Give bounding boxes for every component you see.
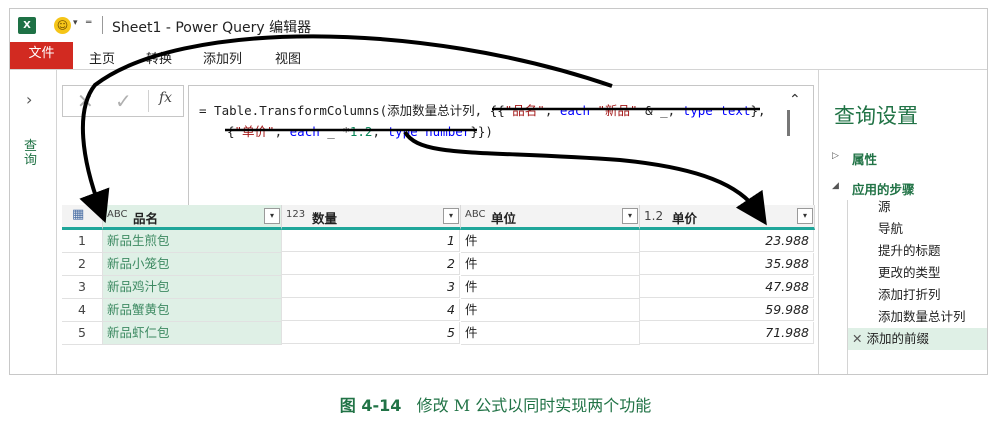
collapse-steps-icon[interactable]: ◢ bbox=[832, 181, 839, 191]
cell-price[interactable]: 23.988 bbox=[640, 230, 814, 252]
column-filter-dropdown-icon[interactable]: ▾ bbox=[797, 208, 813, 224]
applied-step-label: 添加数量总计列 bbox=[878, 309, 966, 324]
cell-unit[interactable]: 件 bbox=[461, 253, 640, 276]
ribbon-tabs: 文件 主页 转换 添加列 视图 bbox=[10, 42, 987, 70]
column-header-qty[interactable]: 123 数量 ▾ bbox=[282, 205, 461, 230]
delete-step-icon[interactable]: ✕ bbox=[852, 331, 866, 346]
applied-step-item[interactable]: 添加数量总计列 bbox=[848, 306, 987, 328]
applied-step-item[interactable]: 添加打折列 bbox=[848, 284, 987, 306]
cell-name[interactable]: 新品蟹黄包 bbox=[103, 299, 282, 322]
formula-controls-separator bbox=[148, 90, 149, 112]
applied-step-label: 添加打折列 bbox=[878, 287, 941, 302]
table-row: 3 新品鸡汁包 3 件 47.988 bbox=[62, 276, 814, 299]
column-header-unit[interactable]: ABC 单位 ▾ bbox=[461, 205, 640, 230]
query-settings-pane: 查询设置 ▷ 属性 ◢ 应用的步骤 源导航 提升的标题 更改的类型 添加打折列 添加数量… bbox=[818, 70, 987, 374]
type-integer-icon[interactable]: 123 bbox=[286, 209, 305, 220]
title-separator bbox=[102, 16, 103, 34]
cell-unit[interactable]: 件 bbox=[461, 276, 640, 299]
cell-qty[interactable]: 2 bbox=[282, 253, 460, 275]
applied-step-item[interactable]: 源 bbox=[848, 196, 987, 218]
applied-step-label: 源 bbox=[878, 199, 891, 214]
figure-number: 图 4-14 bbox=[339, 396, 402, 415]
title-bar: X ☺ ▾ ═ Sheet1 - Power Query 编辑器 bbox=[10, 9, 987, 41]
column-header-name[interactable]: ABC 品名 ▾ bbox=[103, 205, 282, 230]
column-filter-dropdown-icon[interactable]: ▾ bbox=[443, 208, 459, 224]
applied-step-label: 更改的类型 bbox=[878, 265, 941, 280]
tab-file[interactable]: 文件 bbox=[10, 42, 73, 69]
applied-step-label: 添加的前缀 bbox=[866, 331, 929, 346]
formula-line-2: {"单价", each _ *1.2, type number}}) bbox=[227, 124, 493, 139]
tab-add-column[interactable]: 添加列 bbox=[203, 48, 242, 67]
cell-unit[interactable]: 件 bbox=[461, 299, 640, 322]
applied-step-item[interactable]: 更改的类型 bbox=[848, 262, 987, 284]
applied-steps-list: 源导航提升的标题更改的类型添加打折列添加数量总计列 ✕ 添加的前缀 bbox=[847, 199, 987, 374]
formula-line-1: = Table.TransformColumns(添加数量总计列, {{"品名"… bbox=[199, 103, 766, 118]
feedback-dropdown-icon[interactable]: ▾ bbox=[73, 18, 78, 28]
figure-caption: 图 4-14 修改 M 公式以同时实现两个功能 bbox=[0, 392, 991, 416]
expand-properties-icon[interactable]: ▷ bbox=[832, 151, 839, 161]
cell-name[interactable]: 新品生煎包 bbox=[103, 230, 282, 253]
cell-price[interactable]: 35.988 bbox=[640, 253, 814, 275]
column-filter-dropdown-icon[interactable]: ▾ bbox=[264, 208, 280, 224]
data-grid: ▦ ABC 品名 ▾ 123 数量 ▾ ABC 单位 ▾ 1.2 单价 ▾ 1新… bbox=[62, 205, 815, 351]
cell-unit[interactable]: 件 bbox=[461, 322, 640, 345]
properties-section-label[interactable]: 属性 bbox=[852, 149, 877, 168]
type-decimal-icon[interactable]: 1.2 bbox=[644, 209, 663, 223]
cell-price[interactable]: 59.988 bbox=[640, 299, 814, 321]
formula-scrollbar[interactable] bbox=[787, 110, 790, 136]
cell-qty[interactable]: 3 bbox=[282, 276, 460, 298]
smiley-feedback-icon[interactable]: ☺ bbox=[54, 17, 71, 34]
applied-step-item[interactable]: 导航 bbox=[848, 218, 987, 240]
type-text-icon[interactable]: ABC bbox=[107, 209, 128, 220]
cell-name[interactable]: 新品小笼包 bbox=[103, 253, 282, 276]
query-settings-title: 查询设置 bbox=[834, 104, 918, 128]
applied-step-label: 导航 bbox=[878, 221, 904, 236]
tab-transform[interactable]: 转换 bbox=[146, 48, 172, 67]
quick-access-customize-icon[interactable]: ═ bbox=[86, 18, 91, 28]
row-number[interactable]: 5 bbox=[62, 322, 103, 345]
window-title: Sheet1 - Power Query 编辑器 bbox=[112, 20, 312, 36]
excel-icon: X bbox=[18, 17, 36, 34]
row-number[interactable]: 3 bbox=[62, 276, 103, 299]
table-row: 5 新品虾仁包 5 件 71.988 bbox=[62, 322, 814, 345]
cancel-formula-icon[interactable]: ✕ bbox=[77, 89, 94, 113]
cell-price[interactable]: 47.988 bbox=[640, 276, 814, 298]
cell-qty[interactable]: 1 bbox=[282, 230, 460, 252]
table-menu-header[interactable]: ▦ bbox=[62, 205, 103, 230]
cell-qty[interactable]: 5 bbox=[282, 322, 460, 344]
tab-home[interactable]: 主页 bbox=[89, 48, 115, 67]
confirm-formula-icon[interactable]: ✓ bbox=[115, 89, 132, 113]
table-row: 4 新品蟹黄包 4 件 59.988 bbox=[62, 299, 814, 322]
cell-name[interactable]: 新品虾仁包 bbox=[103, 322, 282, 345]
type-text-icon[interactable]: ABC bbox=[465, 209, 486, 220]
cell-qty[interactable]: 4 bbox=[282, 299, 460, 321]
applied-step-item[interactable]: ✕ 添加的前缀 bbox=[848, 328, 987, 350]
queries-pane-collapsed: › 查询 bbox=[10, 70, 57, 374]
tab-view[interactable]: 视图 bbox=[275, 48, 301, 67]
formula-bar[interactable]: = Table.TransformColumns(添加数量总计列, {{"品名"… bbox=[188, 85, 814, 207]
fx-icon[interactable]: fx bbox=[159, 90, 172, 106]
expand-queries-chevron-icon[interactable]: › bbox=[26, 90, 32, 109]
table-row: 1 新品生煎包 1 件 23.988 bbox=[62, 230, 814, 253]
column-filter-dropdown-icon[interactable]: ▾ bbox=[622, 208, 638, 224]
table-row: 2 新品小笼包 2 件 35.988 bbox=[62, 253, 814, 276]
formula-controls: ✕ ✓ fx bbox=[62, 85, 184, 117]
applied-step-item[interactable]: 提升的标题 bbox=[848, 240, 987, 262]
row-number[interactable]: 2 bbox=[62, 253, 103, 276]
row-number[interactable]: 1 bbox=[62, 230, 103, 253]
collapse-formula-chevron-icon[interactable]: ⌃ bbox=[789, 92, 801, 108]
applied-step-label: 提升的标题 bbox=[878, 243, 941, 258]
column-header-price[interactable]: 1.2 单价 ▾ bbox=[640, 205, 815, 230]
cell-price[interactable]: 71.988 bbox=[640, 322, 814, 344]
cell-unit[interactable]: 件 bbox=[461, 230, 640, 253]
cell-name[interactable]: 新品鸡汁包 bbox=[103, 276, 282, 299]
figure-caption-text: 修改 M 公式以同时实现两个功能 bbox=[416, 396, 652, 415]
row-number[interactable]: 4 bbox=[62, 299, 103, 322]
queries-pane-label[interactable]: 查询 bbox=[24, 140, 42, 168]
table-icon[interactable]: ▦ bbox=[72, 207, 84, 222]
power-query-window: X ☺ ▾ ═ Sheet1 - Power Query 编辑器 文件 主页 转… bbox=[9, 8, 988, 375]
